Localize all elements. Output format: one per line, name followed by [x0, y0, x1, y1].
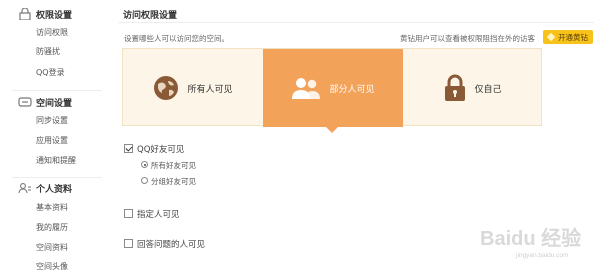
all-friends-label: 所有好友可见	[151, 161, 196, 170]
globe-icon	[154, 76, 179, 100]
group-friends-radio[interactable]	[141, 177, 148, 184]
sidebar-item-space-profile[interactable]: 空间资料	[36, 241, 68, 255]
specified-people-label: 指定人可见	[137, 210, 180, 220]
group-friends-label: 分组好友可见	[151, 177, 196, 186]
sidebar: 权限设置 访问权限 防骚扰 QQ登录 空间设置 同步设置 应用设置 通知和提醒 …	[0, 0, 106, 272]
baidu-watermark: Baidu 经验	[480, 228, 582, 250]
sidebar-item-qq-login[interactable]: QQ登录	[36, 66, 65, 80]
sidebar-section-permissions[interactable]: 权限设置	[18, 5, 72, 23]
option-label: 部分人可见	[329, 84, 375, 95]
sidebar-section-label: 个人资料	[36, 184, 73, 195]
space-icon	[18, 97, 32, 107]
qq-friends-label: QQ好友可见	[137, 145, 185, 155]
answer-question-label: 回答问题的人可见	[137, 240, 206, 250]
people-icon	[292, 78, 321, 99]
lock-icon	[19, 8, 31, 20]
header-divider	[118, 22, 594, 23]
sidebar-section-space[interactable]: 空间设置	[18, 93, 72, 111]
all-friends-radio[interactable]	[141, 161, 148, 168]
diamond-icon	[546, 32, 556, 42]
option-some-people[interactable]: 部分人可见	[263, 49, 403, 127]
sidebar-item-anti-harass[interactable]: 防骚扰	[36, 45, 60, 59]
answer-question-checkbox[interactable]	[124, 239, 133, 248]
sidebar-divider	[12, 177, 102, 178]
sidebar-section-label: 空间设置	[36, 98, 73, 109]
sidebar-item-apps[interactable]: 应用设置	[36, 134, 68, 148]
option-label: 仅自己	[474, 84, 502, 95]
sidebar-item-basic[interactable]: 基本资料	[36, 201, 68, 215]
option-everyone[interactable]: 所有人可见	[123, 49, 263, 127]
sidebar-item-history[interactable]: 我的履历	[36, 221, 68, 235]
page-description: 设置哪些人可以访问您的空间。	[124, 34, 229, 43]
sidebar-divider	[12, 90, 102, 91]
qq-friends-checkbox[interactable]	[124, 144, 133, 153]
baidu-watermark-url: jingyan.baidu.com	[516, 252, 569, 259]
selection-arrow	[324, 125, 340, 133]
user-icon	[18, 183, 31, 194]
sidebar-item-notify[interactable]: 通知和提醒	[36, 154, 76, 168]
option-only-me[interactable]: 仅自己	[403, 49, 543, 127]
sidebar-section-profile[interactable]: 个人资料	[18, 179, 72, 197]
diamond-note: 黄钻用户可以查看被权限阻挡在外的访客	[400, 34, 535, 43]
visibility-options: 所有人可见 部分人可见 仅自己	[122, 48, 543, 127]
open-diamond-button[interactable]: 开通黄钻	[543, 30, 593, 44]
sidebar-item-access[interactable]: 访问权限	[36, 26, 68, 40]
sidebar-item-sync[interactable]: 同步设置	[36, 114, 68, 128]
page-title: 访问权限设置	[123, 11, 178, 21]
sidebar-item-avatar[interactable]: 空间头像	[36, 260, 68, 272]
sidebar-section-label: 权限设置	[36, 10, 73, 21]
option-label: 所有人可见	[187, 84, 233, 95]
specified-people-checkbox[interactable]	[124, 209, 133, 218]
padlock-icon	[445, 74, 466, 101]
open-diamond-label: 开通黄钻	[558, 32, 588, 42]
